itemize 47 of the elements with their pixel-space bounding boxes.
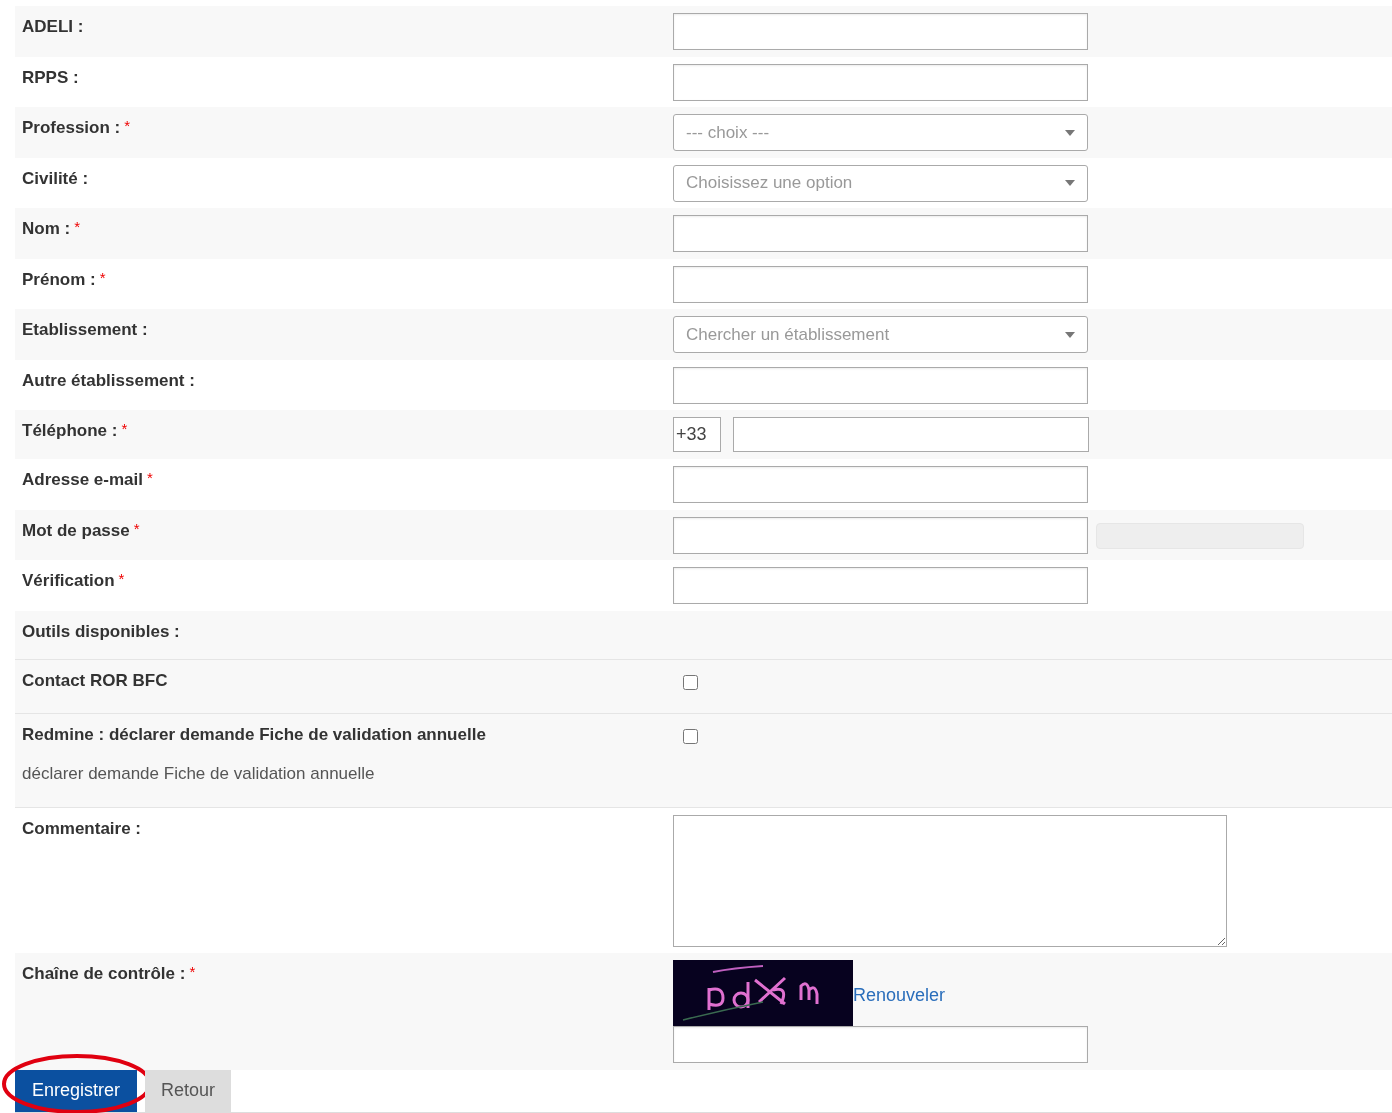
back-button[interactable]: Retour	[145, 1069, 232, 1112]
field-label: Nom :	[22, 218, 71, 240]
field-label: Etablissement :	[22, 319, 149, 341]
required-asterisk: *	[121, 419, 128, 439]
caret-icon	[1065, 180, 1075, 186]
field-label: Redmine : déclarer demande Fiche de validation annuelle	[22, 723, 487, 746]
field-label: ADELI :	[22, 16, 85, 38]
field-label: RPPS :	[22, 66, 80, 89]
required-asterisk: *	[74, 217, 80, 237]
field-label: Téléphone :	[22, 420, 118, 442]
text-input[interactable]	[673, 265, 1088, 303]
required-asterisk: *	[189, 961, 196, 982]
field-label: Commentaire :	[22, 817, 143, 840]
dropdown[interactable]: Choisissez une option	[673, 164, 1088, 202]
field-label: Mot de passe	[22, 519, 130, 542]
caret-icon	[1065, 129, 1075, 136]
required-asterisk: *	[146, 468, 153, 488]
required-asterisk: *	[118, 569, 125, 589]
field-label: Civilité :	[22, 167, 90, 190]
phone-input[interactable]	[733, 417, 1089, 452]
text-input[interactable]	[673, 215, 1088, 252]
password-input[interactable]	[673, 516, 1088, 554]
required-asterisk: *	[99, 267, 106, 288]
field-label: Adresse e-mail	[22, 469, 143, 491]
field-label: Outils disponibles :	[22, 620, 181, 643]
field-label: Vérification	[22, 570, 115, 592]
caret-icon	[1065, 331, 1075, 338]
field-label: Prénom :	[22, 268, 96, 291]
checkbox[interactable]	[683, 728, 698, 744]
field-label: Chaîne de contrôle :	[22, 962, 186, 985]
dropdown[interactable]: --- choix ---	[673, 114, 1088, 151]
field-description: déclarer demande Fiche de validation annuelle	[22, 763, 376, 785]
required-asterisk: *	[124, 116, 131, 136]
text-input[interactable]	[673, 13, 1088, 50]
text-input[interactable]	[673, 567, 1088, 604]
required-asterisk: *	[133, 518, 140, 539]
renew-link[interactable]: Renouveler	[853, 982, 946, 1009]
text-input[interactable]	[673, 63, 1088, 101]
field-label: Autre établissement :	[22, 369, 196, 392]
text-input[interactable]	[673, 366, 1088, 404]
field-label: Profession :	[22, 117, 121, 139]
text-input[interactable]	[673, 466, 1088, 503]
checkbox[interactable]	[683, 674, 698, 690]
country-code-field[interactable]: +33	[673, 417, 721, 452]
dropdown[interactable]: Chercher un établissement	[673, 316, 1088, 353]
captcha-input[interactable]	[673, 1025, 1088, 1063]
field-label: Contact ROR BFC	[22, 669, 169, 692]
